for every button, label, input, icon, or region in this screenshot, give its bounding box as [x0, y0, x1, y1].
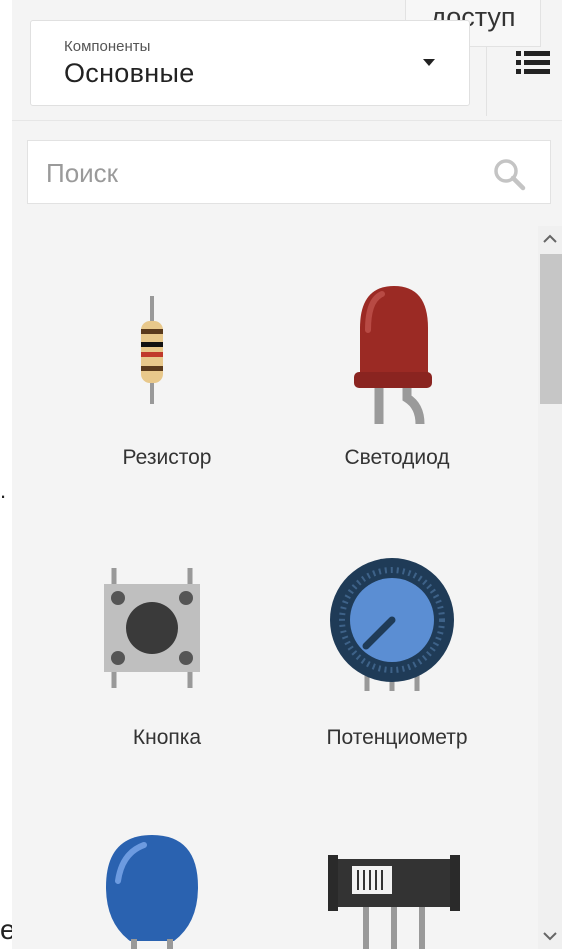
component-tile-potentiometer[interactable]: Потенциометр	[282, 546, 512, 796]
components-grid: Резистор Светодиод Кнопка Потенциометр	[12, 226, 538, 949]
search-box	[27, 140, 551, 204]
scrollbar-thumb[interactable]	[540, 254, 562, 404]
component-label: Резистор	[122, 446, 212, 469]
list-view-icon	[516, 51, 550, 74]
component-tile-piezo[interactable]	[52, 811, 282, 949]
dropdown-selected-value: Основные	[64, 58, 195, 88]
chevron-up-icon[interactable]	[538, 226, 562, 252]
component-label: Светодиод	[344, 446, 450, 469]
pushbutton-icon	[104, 568, 200, 688]
component-tile-resistor[interactable]: Резистор	[52, 266, 282, 516]
dropdown-caption: Компоненты	[64, 38, 151, 55]
header-divider	[486, 46, 487, 116]
resistor-icon	[141, 296, 163, 404]
component-tile-led[interactable]: Светодиод	[282, 266, 512, 516]
component-tile-pushbutton[interactable]: Кнопка	[52, 546, 282, 796]
led-icon	[354, 286, 432, 425]
component-label: Потенциометр	[326, 726, 468, 749]
components-category-dropdown[interactable]: Компоненты Основные	[30, 20, 470, 106]
potentiometer-icon	[330, 558, 454, 691]
search-icon[interactable]	[490, 155, 528, 193]
piezo-icon	[106, 835, 198, 949]
component-label: Кнопка	[132, 726, 202, 749]
background-text-fragment: .	[0, 478, 7, 503]
component-tile-slide-switch[interactable]	[282, 811, 512, 949]
list-view-button[interactable]	[512, 45, 556, 81]
panel-header: доступ Компоненты Основные	[12, 0, 562, 121]
slide-switch-icon	[328, 855, 460, 949]
chevron-down-icon	[423, 59, 435, 66]
chevron-down-icon[interactable]	[538, 923, 562, 949]
search-input[interactable]	[44, 153, 468, 193]
scrollbar[interactable]	[538, 226, 562, 949]
